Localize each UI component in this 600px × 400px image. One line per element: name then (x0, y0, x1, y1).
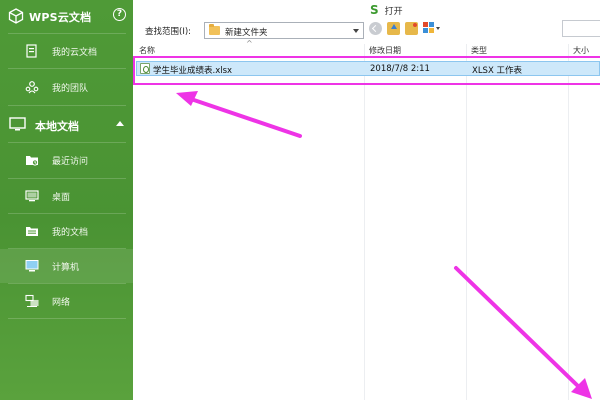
wps-spreadsheet-icon: S (370, 3, 379, 17)
view-menu-button[interactable] (423, 21, 441, 35)
navigation-buttons (369, 21, 441, 35)
file-modified: 2018/7/8 2:11 (370, 64, 430, 74)
column-header-modified[interactable]: 修改日期 (369, 45, 401, 56)
column-divider (364, 44, 365, 400)
sidebar-item-computer[interactable]: 计算机 (0, 249, 133, 283)
sidebar-item-label: 桌面 (52, 192, 71, 203)
chevron-down-icon (436, 26, 440, 30)
sidebar-item-my-documents[interactable]: 我的文档 (0, 214, 133, 248)
computer-icon (25, 260, 39, 272)
open-title: 打开 (384, 6, 403, 17)
sort-caret-icon: ^ (246, 39, 253, 48)
up-folder-button[interactable] (387, 21, 400, 35)
sidebar-item-desktop[interactable]: 桌面 (0, 179, 133, 213)
column-header: ^ 名称 修改日期 类型 大小 (133, 39, 600, 57)
sidebar-item-label: 最近访问 (52, 156, 89, 167)
table-row[interactable]: 学生毕业成绩表.xlsx 2018/7/8 2:11 XLSX 工作表 (136, 61, 600, 76)
sidebar-section-local-docs[interactable]: 本地文档 (0, 108, 133, 142)
sidebar-item-network[interactable]: 网络 (0, 284, 133, 318)
sidebar-title: WPS云文档 (29, 11, 92, 24)
cloud-doc-icon (26, 44, 37, 58)
back-button[interactable] (369, 21, 382, 35)
column-divider (568, 44, 569, 400)
column-header-type[interactable]: 类型 (471, 45, 487, 56)
column-divider (466, 44, 467, 400)
sidebar-divider (8, 68, 126, 69)
collapse-caret-icon[interactable] (116, 121, 124, 126)
view-grid-icon (429, 27, 434, 33)
documents-folder-icon (26, 227, 38, 236)
search-input[interactable] (562, 20, 600, 37)
file-type: XLSX 工作表 (472, 66, 522, 76)
chevron-down-icon[interactable] (353, 29, 359, 33)
recent-folder-icon (26, 156, 39, 166)
sidebar-item-label: 计算机 (52, 262, 80, 273)
network-icon (25, 294, 39, 307)
sidebar-item-recent[interactable]: 最近访问 (0, 143, 133, 177)
view-grid-icon (423, 21, 428, 27)
column-header-name[interactable]: 名称 (139, 45, 155, 56)
cube-logo-icon (8, 8, 24, 24)
sidebar-divider (8, 105, 126, 106)
sidebar-item-my-team[interactable]: 我的团队 (0, 70, 133, 104)
look-in-label: 查找范围(I): (145, 27, 192, 37)
folder-icon (209, 24, 220, 35)
desktop-icon (25, 190, 39, 202)
file-dialog: S 打开 查找范围(I): 新建文件夹 ^ 名称 修改日期 类型 大小 学生毕业… (133, 0, 600, 400)
file-name: 学生毕业成绩表.xlsx (153, 66, 233, 76)
sidebar-item-cloud-docs[interactable]: 我的云文档 (0, 34, 133, 68)
look-in-dropdown[interactable]: 新建文件夹 (204, 22, 364, 39)
section-label: 本地文档 (35, 120, 79, 133)
help-icon[interactable]: ? (113, 8, 126, 21)
sidebar-item-label: 网络 (52, 297, 71, 308)
xlsx-file-icon (140, 63, 150, 74)
monitor-icon (9, 117, 26, 131)
new-folder-button[interactable] (405, 21, 418, 35)
view-grid-icon (423, 27, 428, 33)
sidebar-item-label: 我的云文档 (52, 47, 98, 58)
look-in-value: 新建文件夹 (225, 28, 268, 38)
team-icon (25, 81, 39, 94)
view-grid-icon (429, 21, 434, 27)
sidebar-divider (8, 318, 126, 319)
sidebar-item-label: 我的文档 (52, 227, 89, 238)
open-title-bar: S 打开 (370, 3, 403, 17)
sidebar: WPS云文档 ? 我的云文档 我的团队 本地文档 最近访问 桌面 我的文档 计算… (0, 0, 133, 400)
look-in-row: 查找范围(I): 新建文件夹 (133, 19, 600, 41)
sidebar-item-label: 我的团队 (52, 83, 89, 94)
column-header-size[interactable]: 大小 (573, 45, 589, 56)
sidebar-header: WPS云文档 ? (0, 0, 133, 32)
